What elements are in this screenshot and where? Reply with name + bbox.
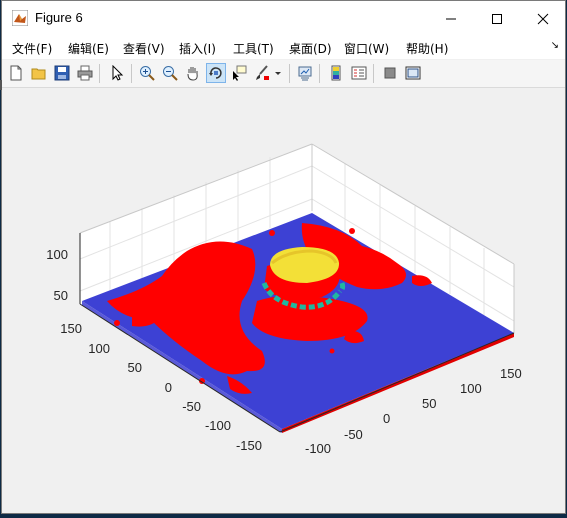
toolbar-separator <box>131 64 132 83</box>
pan-button[interactable] <box>183 63 203 83</box>
menu-edit[interactable]: 编辑(E) <box>68 40 109 57</box>
menu-window[interactable]: 窗口(W) <box>344 40 389 57</box>
menu-bar: 文件(F) 编辑(E) 查看(V) 插入(I) 工具(T) 桌面(D) 窗口(W… <box>2 37 565 59</box>
open-file-icon <box>31 68 46 80</box>
new-figure-icon <box>10 65 22 81</box>
menu-help[interactable]: 帮助(H) <box>406 40 448 57</box>
zoom-out-button[interactable] <box>160 63 180 83</box>
menu-view[interactable]: 查看(V) <box>123 40 165 57</box>
minimize-icon <box>446 18 456 20</box>
brush-icon <box>256 65 269 80</box>
toolbar-separator <box>99 64 100 83</box>
data-cursor-icon <box>233 65 247 81</box>
toolbar-separator <box>319 64 320 83</box>
insert-legend-button[interactable] <box>349 63 369 83</box>
rotate-3d-icon <box>209 67 222 79</box>
y-tick-label: 100 <box>88 341 110 356</box>
hide-plot-tools-icon <box>384 67 396 79</box>
chevron-down-icon <box>275 72 281 75</box>
z-axis-ticks: 100 50 <box>46 247 68 303</box>
x-tick-label: 50 <box>422 396 436 411</box>
y-tick-label: 150 <box>60 321 82 336</box>
z-tick-label: 50 <box>54 288 68 303</box>
x-tick-label: 150 <box>500 366 522 381</box>
close-button[interactable] <box>520 1 566 37</box>
surface-plot-axes[interactable]: 100 50 150 100 50 0 -50 -100 -150 -100 -… <box>2 88 565 514</box>
link-plot-button[interactable] <box>295 63 315 83</box>
save-button[interactable] <box>52 63 72 83</box>
insert-colorbar-button[interactable] <box>326 63 346 83</box>
maximize-button[interactable] <box>474 1 520 37</box>
y-tick-label: -100 <box>205 418 231 433</box>
toolbar-separator <box>289 64 290 83</box>
y-tick-label: 0 <box>165 380 172 395</box>
figure-canvas[interactable]: 100 50 150 100 50 0 -50 -100 -150 -100 -… <box>2 88 565 513</box>
toolbar-separator <box>373 64 374 83</box>
y-tick-label: -150 <box>236 438 262 453</box>
title-bar[interactable]: Figure 6 <box>2 1 565 37</box>
link-plot-icon <box>298 66 312 81</box>
figure-toolbar <box>2 60 565 88</box>
hide-plot-tools-button[interactable] <box>380 63 400 83</box>
brush-dropdown-button[interactable] <box>272 63 284 83</box>
maximize-icon <box>492 14 502 24</box>
zoom-in-button[interactable] <box>137 63 157 83</box>
menu-insert[interactable]: 插入(I) <box>179 40 216 57</box>
menu-overflow-arrow[interactable]: ↘ <box>551 40 559 51</box>
x-tick-label: -100 <box>305 441 331 456</box>
background-window-edge <box>0 80 2 90</box>
menu-tools[interactable]: 工具(T) <box>233 40 274 57</box>
edit-plot-icon <box>112 65 124 81</box>
open-file-button[interactable] <box>29 63 49 83</box>
x-tick-label: 100 <box>460 381 482 396</box>
insert-legend-icon <box>351 66 367 80</box>
x-tick-label: -50 <box>344 427 363 442</box>
zoom-in-icon <box>140 66 155 81</box>
close-icon <box>537 13 549 25</box>
minimize-button[interactable] <box>428 1 474 37</box>
x-tick-label: 0 <box>383 411 390 426</box>
insert-colorbar-icon <box>331 65 341 81</box>
figure-window: Figure 6 文件(F) 编辑(E) 查看(V) 插入(I) 工具(T) 桌… <box>1 0 566 514</box>
y-tick-label: 50 <box>128 360 142 375</box>
menu-desktop[interactable]: 桌面(D) <box>289 40 332 57</box>
save-icon <box>54 65 70 81</box>
show-plot-tools-icon <box>405 66 421 80</box>
pan-hand-icon <box>187 67 198 81</box>
new-figure-button[interactable] <box>6 63 26 83</box>
window-title: Figure 6 <box>35 10 83 25</box>
data-cursor-button[interactable] <box>229 63 249 83</box>
brush-button[interactable] <box>252 63 272 83</box>
z-tick-label: 100 <box>46 247 68 262</box>
matlab-logo-icon <box>12 10 28 26</box>
print-button[interactable] <box>75 63 95 83</box>
menu-file[interactable]: 文件(F) <box>12 40 52 57</box>
y-tick-label: -50 <box>182 399 201 414</box>
zoom-out-icon <box>163 66 178 81</box>
print-icon <box>77 65 93 81</box>
show-plot-tools-button[interactable] <box>403 63 423 83</box>
rotate-3d-button[interactable] <box>206 63 226 83</box>
edit-plot-button[interactable] <box>107 63 127 83</box>
